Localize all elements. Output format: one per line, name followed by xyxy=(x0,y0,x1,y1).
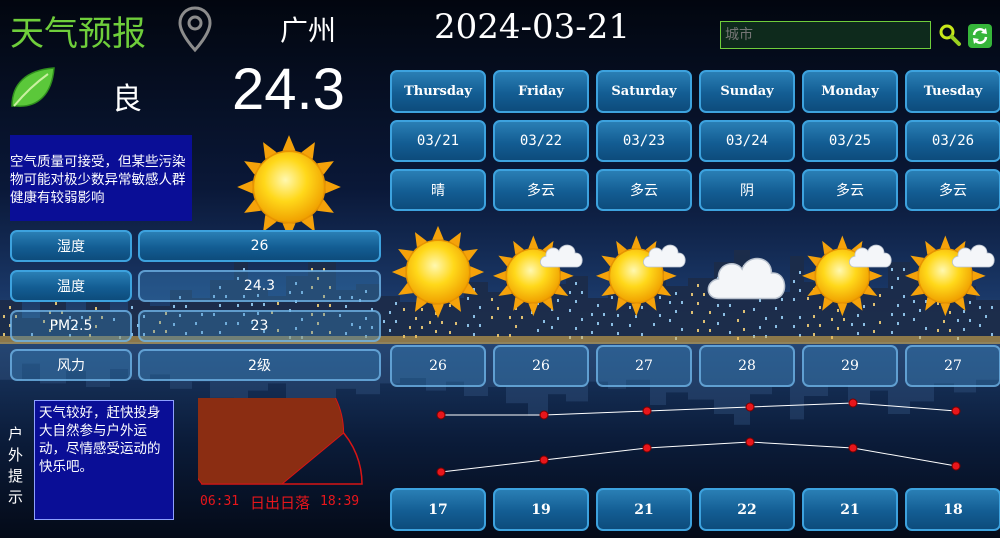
forecast-date: 03/21 xyxy=(390,120,486,162)
air-quality-note: 空气质量可接受，但某些污染物可能对极少数异常敏感人群健康有较弱影响 xyxy=(10,135,192,221)
outdoor-tip-text: 天气较好，赶快投身大自然参与户外运动，尽情感受运动的快乐吧。 xyxy=(34,400,174,520)
city-search-input[interactable] xyxy=(720,21,931,49)
forecast-low: 17 xyxy=(390,488,486,531)
forecast-day: Tuesday xyxy=(905,70,1000,113)
city-name: 广州 xyxy=(280,14,337,47)
high-temp-line xyxy=(441,402,957,416)
low-temp-point xyxy=(436,467,446,477)
forecast-day: Sunday xyxy=(699,70,795,113)
location-pin-icon[interactable] xyxy=(177,5,213,57)
forecast-low: 22 xyxy=(699,488,795,531)
partly-cloudy-icon xyxy=(905,224,1000,324)
forecast-date: 03/23 xyxy=(596,120,692,162)
high-temp-point xyxy=(539,410,549,420)
forecast-low: 18 xyxy=(905,488,1000,531)
high-temp-point xyxy=(951,406,961,416)
forecast-date: 03/22 xyxy=(493,120,589,162)
forecast-date: 03/26 xyxy=(905,120,1000,162)
pm25-value: 23 xyxy=(138,310,381,342)
temperature-value: 24.3 xyxy=(138,270,381,302)
app-title: 天气预报 xyxy=(10,14,146,54)
temperature-label: 温度 xyxy=(10,270,132,302)
low-temp-point xyxy=(951,461,961,471)
forecast-date: 03/24 xyxy=(699,120,795,162)
partly-cloudy-icon xyxy=(802,224,898,324)
sunrise-sunset-gauge xyxy=(198,398,363,485)
air-quality-level: 良 xyxy=(112,82,142,117)
low-temp-point xyxy=(745,437,755,447)
forecast-weather: 多云 xyxy=(905,169,1000,211)
forecast-weather: 多云 xyxy=(802,169,898,211)
leaf-icon xyxy=(8,66,56,114)
high-temp-point xyxy=(436,410,446,420)
forecast-low: 21 xyxy=(596,488,692,531)
sunny-icon xyxy=(390,224,486,324)
current-date: 2024-03-21 xyxy=(434,7,631,47)
humidity-label: 湿度 xyxy=(10,230,132,262)
sun-label: 日出日落 xyxy=(250,494,311,512)
forecast-day: Saturday xyxy=(596,70,692,113)
forecast-day: Thursday xyxy=(390,70,486,113)
low-temp-line xyxy=(440,441,957,473)
sunset-time: 18:39 xyxy=(320,494,360,509)
forecast-weather: 多云 xyxy=(493,169,589,211)
forecast-date: 03/25 xyxy=(802,120,898,162)
low-temp-point xyxy=(642,443,652,453)
forecast-low: 19 xyxy=(493,488,589,531)
low-temp-point xyxy=(539,455,549,465)
forecast-low: 21 xyxy=(802,488,898,531)
outdoor-tip-label: 户外提示 xyxy=(8,425,24,506)
partly-cloudy-icon xyxy=(493,224,589,324)
high-temp-point xyxy=(848,398,858,408)
temperature-curves xyxy=(436,398,961,477)
forecast-weather: 阴 xyxy=(699,169,795,211)
high-temp-point xyxy=(745,402,755,412)
wind-value: 2级 xyxy=(138,349,381,381)
high-temp-point xyxy=(642,406,652,416)
forecast-day: Monday xyxy=(802,70,898,113)
current-temperature: 24.3 xyxy=(232,57,345,122)
sunrise-time: 06:31 xyxy=(200,494,240,509)
refresh-icon[interactable] xyxy=(968,24,992,52)
magnifier-icon[interactable] xyxy=(938,23,962,51)
wind-label: 风力 xyxy=(10,349,132,381)
humidity-value: 26 xyxy=(138,230,381,262)
forecast-weather: 晴 xyxy=(390,169,486,211)
cloudy-icon xyxy=(699,224,795,324)
forecast-weather: 多云 xyxy=(596,169,692,211)
forecast-day: Friday xyxy=(493,70,589,113)
sunny-icon xyxy=(235,133,343,245)
partly-cloudy-icon xyxy=(596,224,692,324)
pm25-label: PM2.5 xyxy=(10,310,132,342)
low-temp-point xyxy=(848,443,858,453)
